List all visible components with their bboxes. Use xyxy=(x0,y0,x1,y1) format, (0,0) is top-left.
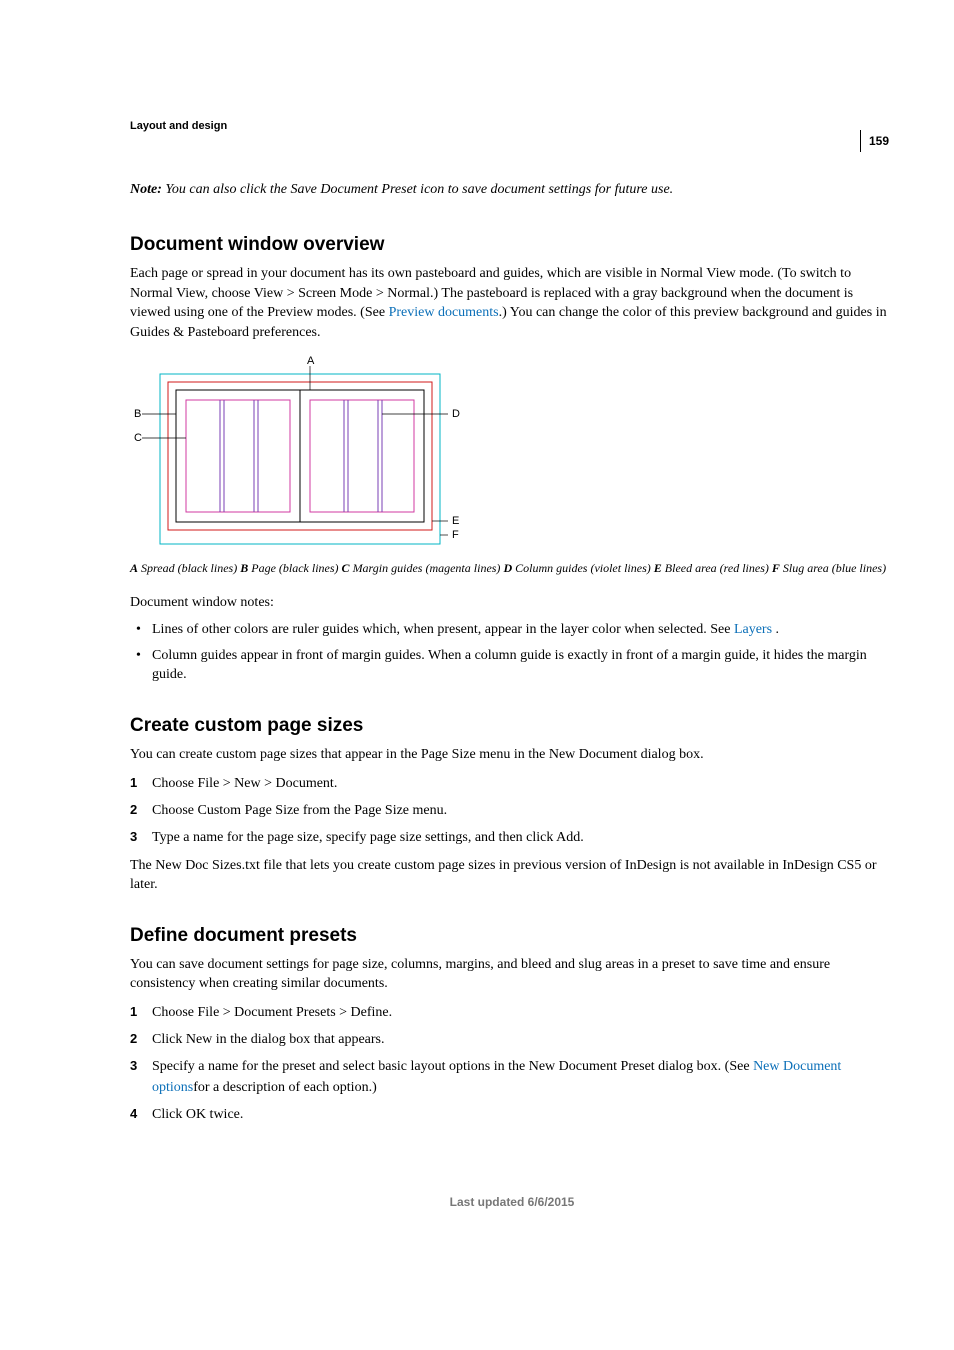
svg-text:B: B xyxy=(134,408,141,420)
note-text: You can also click the Save Document Pre… xyxy=(162,182,673,197)
bullet-1a: Lines of other colors are ruler guides w… xyxy=(152,622,734,637)
step-item: Choose Custom Page Size from the Page Si… xyxy=(130,800,894,821)
step-text: Choose Custom Page Size from the Page Si… xyxy=(152,803,447,818)
dw-notes-list: Lines of other colors are ruler guides w… xyxy=(130,620,894,685)
svg-text:A: A xyxy=(307,355,315,367)
svg-text:F: F xyxy=(452,529,459,541)
section-header: Layout and design xyxy=(130,120,894,132)
heading-create-custom-page-sizes: Create custom page sizes xyxy=(130,715,894,737)
note-line: Note: You can also click the Save Docume… xyxy=(130,182,894,198)
svg-text:E: E xyxy=(452,515,459,527)
page-content: 159 Layout and design Note: You can also… xyxy=(0,0,954,1269)
caption-c-label: C xyxy=(342,561,350,575)
caption-a-label: A xyxy=(130,561,138,575)
bullet-1b: . xyxy=(776,622,780,637)
step-3a: Specify a name for the preset and select… xyxy=(152,1059,753,1074)
step-item: Choose File > Document Presets > Define. xyxy=(130,1002,894,1023)
note-label: Note: xyxy=(130,182,162,197)
step-text: Click New in the dialog box that appears… xyxy=(152,1032,385,1047)
document-window-figure: A B C D E F xyxy=(130,354,894,554)
caption-b: Page (black lines) xyxy=(248,561,341,575)
link-layers[interactable]: Layers xyxy=(734,622,776,637)
step-text: Click OK twice. xyxy=(152,1107,243,1122)
custom-steps: Choose File > New > Document. Choose Cus… xyxy=(130,773,894,848)
footer-last-updated: Last updated 6/6/2015 xyxy=(130,1195,894,1209)
svg-text:D: D xyxy=(452,408,460,420)
dw-notes-intro: Document window notes: xyxy=(130,593,894,613)
caption-c: Margin guides (magenta lines) xyxy=(350,561,504,575)
caption-e: Bleed area (red lines) xyxy=(662,561,772,575)
caption-d: Column guides (violet lines) xyxy=(512,561,654,575)
step-item: Choose File > New > Document. xyxy=(130,773,894,794)
caption-d-label: D xyxy=(503,561,512,575)
custom-after: The New Doc Sizes.txt file that lets you… xyxy=(130,856,894,895)
heading-document-window-overview: Document window overview xyxy=(130,234,894,256)
step-text: Choose File > New > Document. xyxy=(152,776,337,791)
overview-paragraph: Each page or spread in your document has… xyxy=(130,264,894,342)
presets-intro: You can save document settings for page … xyxy=(130,955,894,994)
step-text: Type a name for the page size, specify p… xyxy=(152,830,584,845)
step-text: Choose File > Document Presets > Define. xyxy=(152,1005,392,1020)
bullet-2: Column guides appear in front of margin … xyxy=(152,648,867,683)
list-item: Lines of other colors are ruler guides w… xyxy=(130,620,894,640)
step-item: Click OK twice. xyxy=(130,1104,894,1125)
step-item: Click New in the dialog box that appears… xyxy=(130,1029,894,1050)
step-item: Type a name for the page size, specify p… xyxy=(130,827,894,848)
step-3b: for a description of each option.) xyxy=(193,1080,377,1095)
svg-text:C: C xyxy=(134,432,142,444)
caption-f-label: F xyxy=(772,561,780,575)
page-number: 159 xyxy=(860,130,889,152)
list-item: Column guides appear in front of margin … xyxy=(130,646,894,685)
custom-intro: You can create custom page sizes that ap… xyxy=(130,745,894,765)
heading-define-document-presets: Define document presets xyxy=(130,925,894,947)
presets-steps: Choose File > Document Presets > Define.… xyxy=(130,1002,894,1125)
caption-f: Slug area (blue lines) xyxy=(780,561,886,575)
caption-e-label: E xyxy=(654,561,662,575)
caption-a: Spread (black lines) xyxy=(138,561,240,575)
step-item: Specify a name for the preset and select… xyxy=(130,1056,894,1098)
link-preview-documents[interactable]: Preview documents xyxy=(389,305,499,320)
spread-diagram-svg: A B C D E F xyxy=(130,354,460,554)
figure-caption: A Spread (black lines) B Page (black lin… xyxy=(130,560,894,576)
